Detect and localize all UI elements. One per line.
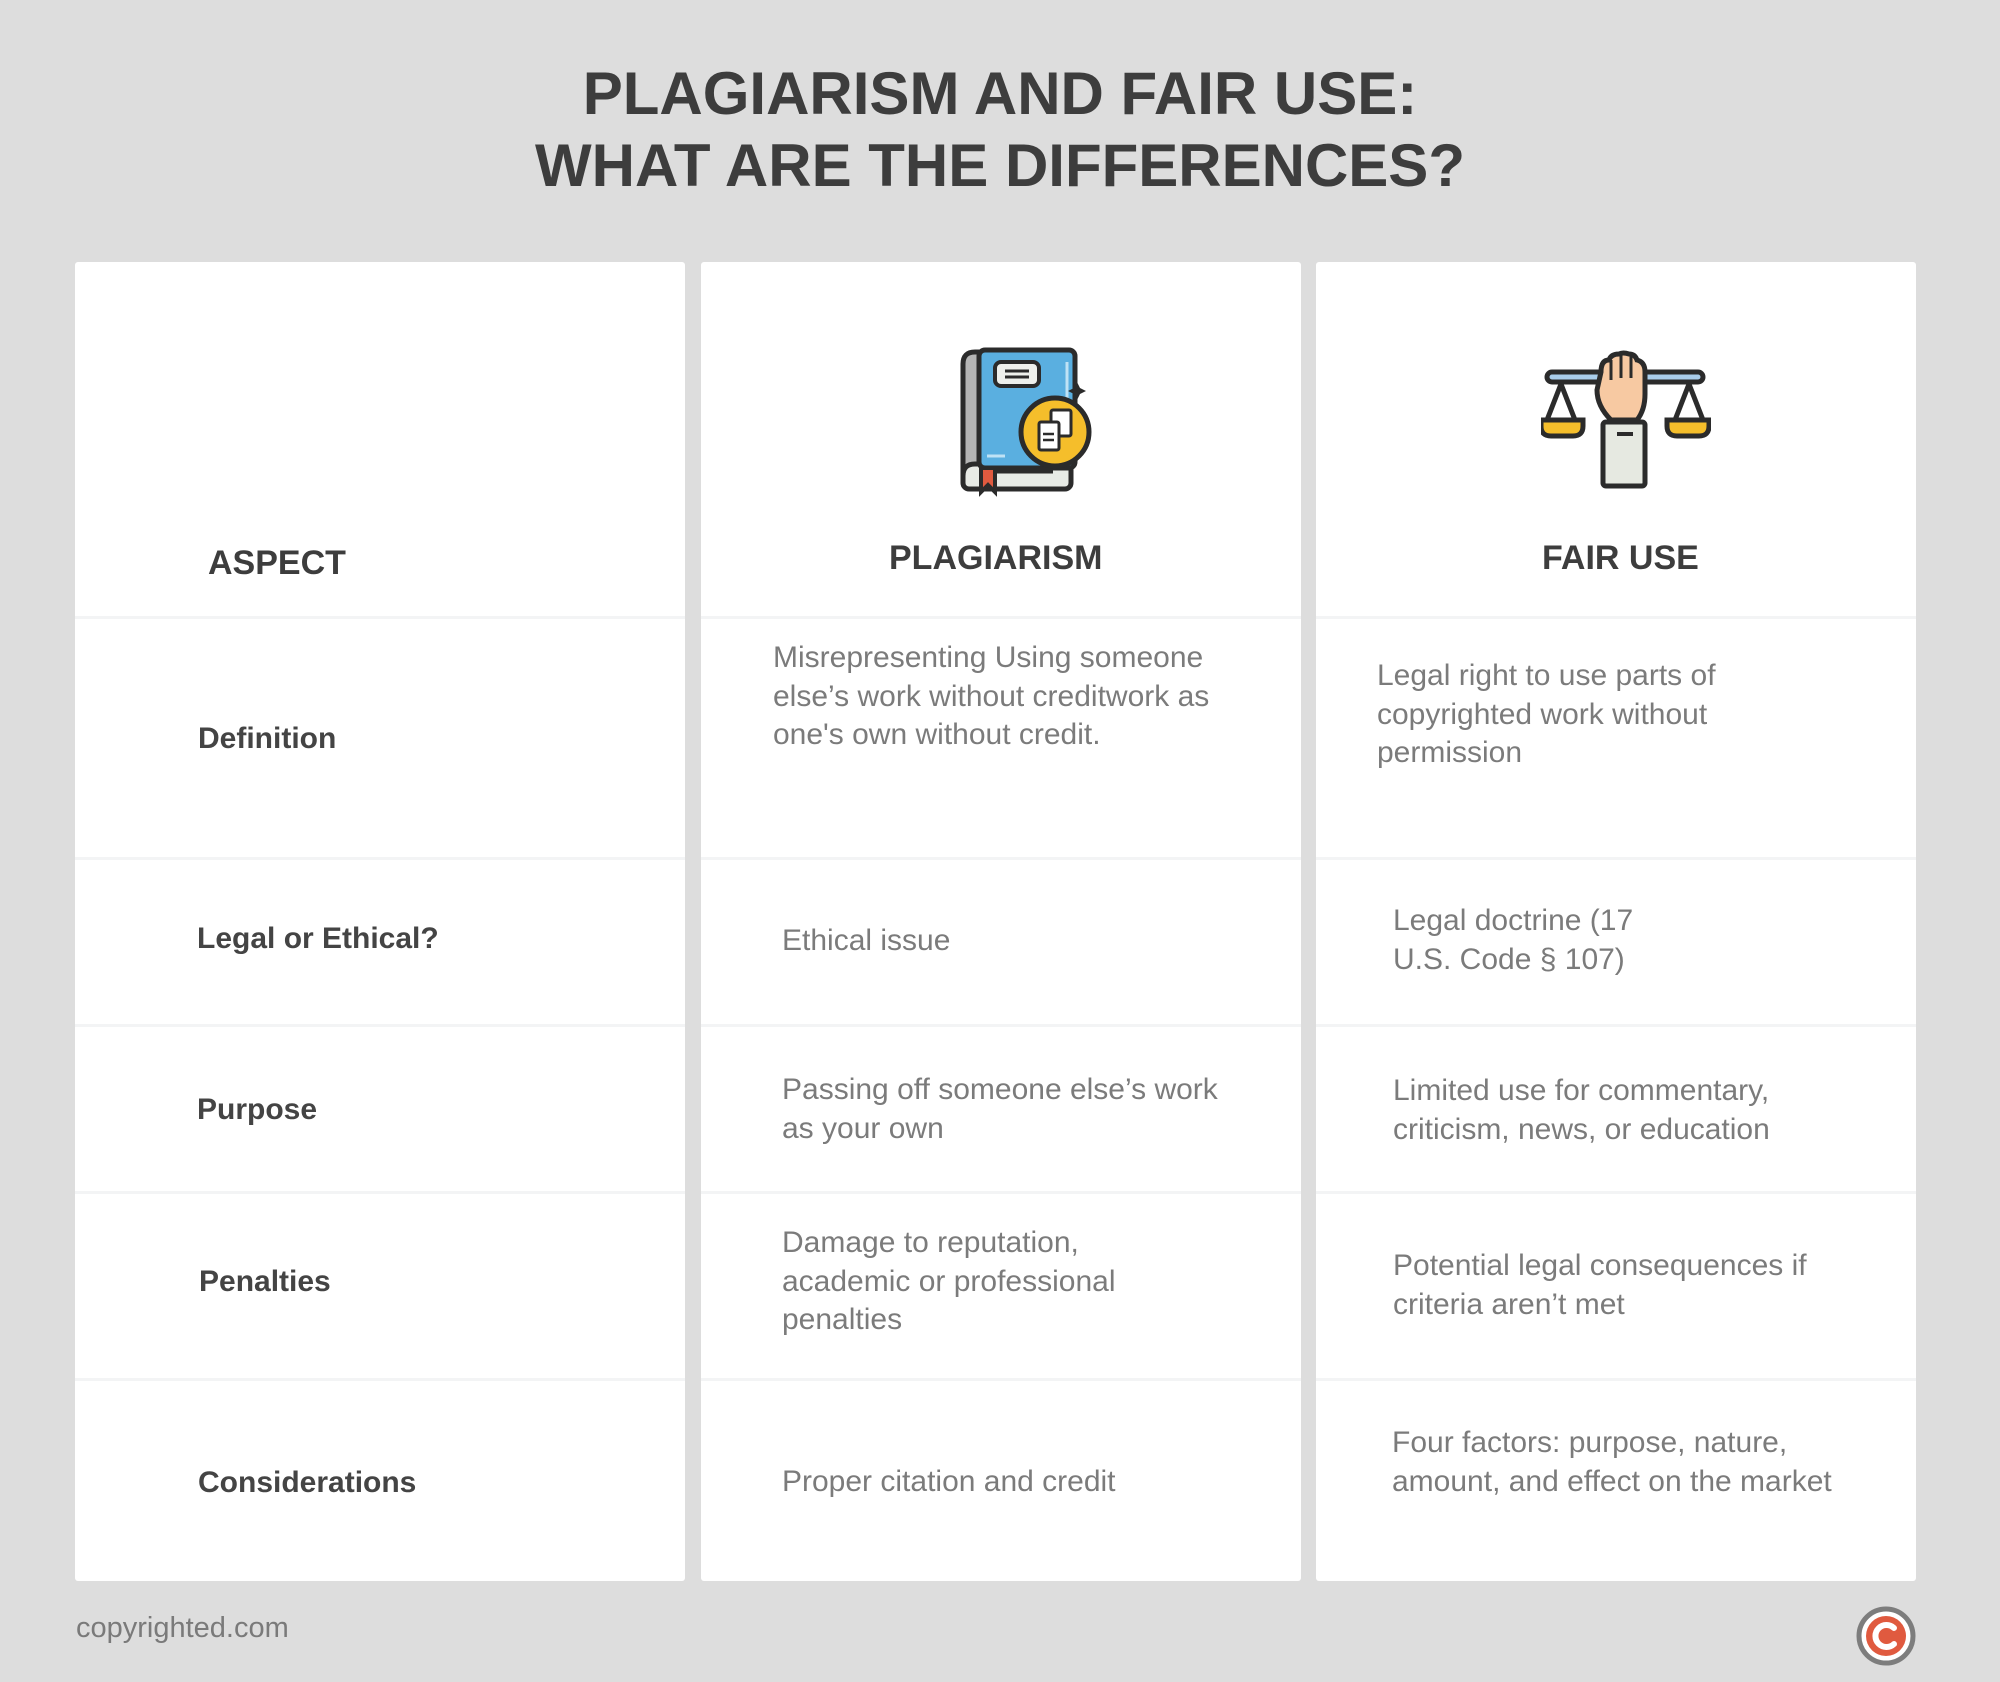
fair-use-cell-legal: Legal doctrine (17 U.S. Code § 107) (1316, 860, 1916, 1027)
aspect-cell-definition: Definition (75, 619, 685, 860)
plagiarism-text: Ethical issue (782, 924, 951, 957)
aspect-cell-purpose: Purpose (75, 1027, 685, 1194)
aspect-header-cell: ASPECT (75, 262, 685, 619)
fair-use-cell-purpose: Limited use for commentary, criticism, n… (1316, 1027, 1916, 1194)
aspect-column: ASPECT Definition Legal or Ethical? Purp… (75, 262, 685, 1581)
fair-use-header: FAIR USE (1542, 539, 1699, 577)
plagiarism-header: PLAGIARISM (889, 539, 1103, 577)
plagiarism-cell-considerations: Proper citation and credit (701, 1381, 1301, 1581)
aspect-cell-legal: Legal or Ethical? (75, 860, 685, 1027)
plagiarism-cell-definition: Misrepresenting Using someone else’s wor… (701, 619, 1301, 860)
aspect-cell-penalties: Penalties (75, 1194, 685, 1381)
fair-use-text: Legal right to use parts of copyrighted … (1377, 659, 1716, 769)
fair-use-text: Potential legal consequences if criteria… (1393, 1249, 1807, 1321)
aspect-cell-considerations: Considerations (75, 1381, 685, 1581)
aspect-label: Legal or Ethical? (197, 922, 439, 955)
footer-site-name: copyrighted.com (76, 1612, 289, 1644)
aspect-header: ASPECT (208, 544, 346, 582)
title-line-2: WHAT ARE THE DIFFERENCES? (535, 132, 1465, 199)
plagiarism-cell-penalties: Damage to reputation, academic or profes… (701, 1194, 1301, 1381)
aspect-label: Definition (198, 722, 337, 755)
fair-use-text: Limited use for commentary, criticism, n… (1393, 1074, 1770, 1146)
plagiarism-text: Passing off someone else’s work as your … (782, 1073, 1218, 1145)
book-copy-icon (960, 347, 1092, 497)
plagiarism-cell-purpose: Passing off someone else’s work as your … (701, 1027, 1301, 1194)
fair-use-header-cell: FAIR USE (1316, 262, 1916, 619)
fair-use-cell-definition: Legal right to use parts of copyrighted … (1316, 619, 1916, 860)
plagiarism-cell-legal: Ethical issue (701, 860, 1301, 1027)
copyright-logo-icon (1856, 1606, 1916, 1666)
hand-scale-icon (1541, 350, 1711, 489)
fair-use-text: Legal doctrine (17 U.S. Code § 107) (1393, 904, 1634, 976)
plagiarism-text: Damage to reputation, academic or profes… (782, 1226, 1116, 1336)
fair-use-cell-considerations: Four factors: purpose, nature, amount, a… (1316, 1381, 1916, 1581)
plagiarism-column: PLAGIARISM Misrepresenting Using someone… (701, 262, 1301, 1581)
fair-use-text: Four factors: purpose, nature, amount, a… (1392, 1426, 1832, 1498)
page-title: PLAGIARISM AND FAIR USE: WHAT ARE THE DI… (0, 58, 2000, 202)
plagiarism-text: Misrepresenting Using someone else’s wor… (773, 641, 1210, 751)
title-line-1: PLAGIARISM AND FAIR USE: (582, 60, 1418, 127)
aspect-label: Purpose (197, 1093, 318, 1126)
plagiarism-text: Proper citation and credit (782, 1465, 1116, 1498)
fair-use-column: FAIR USE Legal right to use parts of cop… (1316, 262, 1916, 1581)
aspect-label: Considerations (198, 1466, 417, 1499)
plagiarism-header-cell: PLAGIARISM (701, 262, 1301, 619)
aspect-label: Penalties (199, 1265, 331, 1298)
fair-use-cell-penalties: Potential legal consequences if criteria… (1316, 1194, 1916, 1381)
